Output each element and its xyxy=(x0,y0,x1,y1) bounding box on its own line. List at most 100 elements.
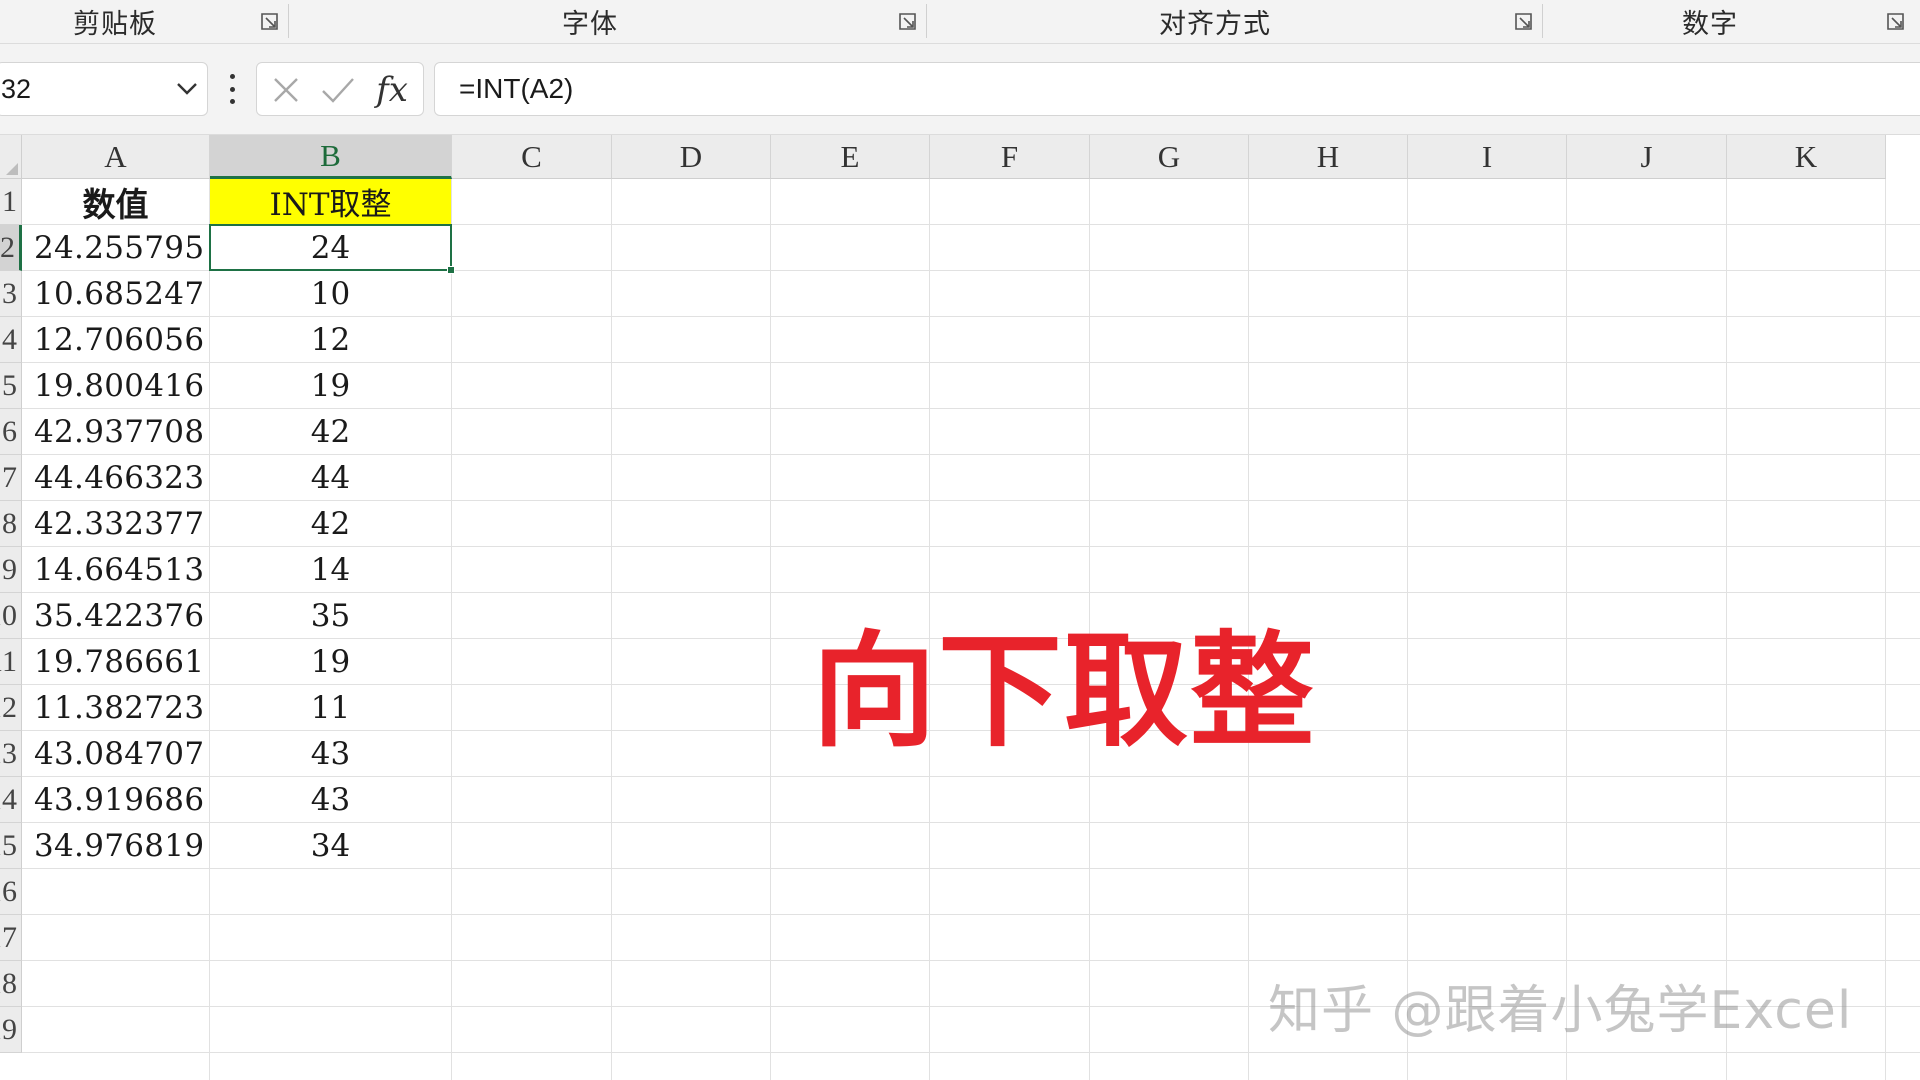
watermark: 知乎 @跟着小兔学Excel xyxy=(1268,981,1853,1041)
cell-int-result[interactable]: 19 xyxy=(210,363,451,408)
column-header-j[interactable]: J xyxy=(1567,135,1727,179)
chevron-down-icon[interactable] xyxy=(167,62,207,116)
row-number: 15 xyxy=(0,828,17,862)
formula-text: =INT(A2) xyxy=(459,73,574,104)
row-header[interactable]: 19 xyxy=(0,1007,22,1053)
row-header[interactable]: 11 xyxy=(0,639,22,685)
gridline xyxy=(22,868,1920,869)
column-header-k[interactable]: K xyxy=(1727,135,1886,179)
checkmark-icon[interactable] xyxy=(313,63,363,117)
row-header[interactable]: 3 xyxy=(0,271,22,317)
cell-int-result[interactable]: 43 xyxy=(210,777,451,822)
header-cell-value[interactable]: 数值 xyxy=(22,179,209,224)
name-box-value: 32 xyxy=(1,73,32,104)
gridline xyxy=(22,960,1920,961)
row-header[interactable]: 15 xyxy=(0,823,22,869)
more-options-icon[interactable] xyxy=(226,74,238,104)
select-all-corner[interactable] xyxy=(0,135,22,179)
close-icon[interactable] xyxy=(261,63,311,117)
ribbon-group-alignment: 对齐方式 xyxy=(1140,0,1290,42)
formula-input[interactable]: =INT(A2) xyxy=(434,62,1920,116)
row-number: 4 xyxy=(2,322,17,356)
cell-int-result[interactable]: 14 xyxy=(210,547,451,592)
cell-value[interactable]: 42.937708 xyxy=(22,409,209,454)
column-header-d[interactable]: D xyxy=(612,135,771,179)
row-number: 17 xyxy=(0,920,17,954)
row-header[interactable]: 2 xyxy=(0,225,22,271)
column-header-b[interactable]: B xyxy=(210,135,452,179)
gridline xyxy=(1885,179,1886,1080)
column-header-h[interactable]: H xyxy=(1249,135,1408,179)
row-header[interactable]: 5 xyxy=(0,363,22,409)
overlay-title: 向下取整 xyxy=(812,620,1317,764)
cell-value[interactable]: 42.332377 xyxy=(22,501,209,546)
fx-icon: fx xyxy=(376,70,408,110)
cell-value[interactable]: 10.685247 xyxy=(22,271,209,316)
ribbon-group-label: 剪贴板 xyxy=(73,8,157,39)
row-number: 8 xyxy=(2,506,17,540)
row-header[interactable]: 17 xyxy=(0,915,22,961)
cell-value[interactable]: 43.919686 xyxy=(22,777,209,822)
cell-value[interactable]: 35.422376 xyxy=(22,593,209,638)
cell-value[interactable]: 11.382723 xyxy=(22,685,209,730)
row-number: 12 xyxy=(0,690,17,724)
cell-int-result[interactable]: 42 xyxy=(210,501,451,546)
row-header[interactable]: 16 xyxy=(0,869,22,915)
insert-function-button[interactable]: fx xyxy=(367,63,417,117)
row-header[interactable]: 14 xyxy=(0,777,22,823)
formula-buttons: fx xyxy=(256,62,424,116)
column-header-c[interactable]: C xyxy=(452,135,612,179)
column-header-a[interactable]: A xyxy=(22,135,210,179)
gridline xyxy=(770,179,771,1080)
row-header[interactable]: 6 xyxy=(0,409,22,455)
ribbon-separator xyxy=(288,4,289,38)
cell-int-result[interactable]: 10 xyxy=(210,271,451,316)
gridline xyxy=(1566,179,1567,1080)
row-header[interactable]: 12 xyxy=(0,685,22,731)
ribbon-group-label: 字体 xyxy=(562,8,618,39)
row-number: 16 xyxy=(0,874,17,908)
dialog-launcher-icon[interactable] xyxy=(1886,12,1905,31)
cell-value[interactable]: 24.255795 xyxy=(22,225,209,270)
row-header[interactable]: 1 xyxy=(0,179,22,225)
fill-handle[interactable] xyxy=(447,266,455,274)
header-cell-int[interactable]: INT取整 xyxy=(210,179,451,224)
name-box[interactable]: 32 xyxy=(0,62,208,116)
ribbon-group-clipboard: 剪贴板 xyxy=(60,0,170,42)
column-header-i[interactable]: I xyxy=(1408,135,1567,179)
cell-int-result[interactable]: 11 xyxy=(210,685,451,730)
row-header[interactable]: 9 xyxy=(0,547,22,593)
cell-value[interactable]: 12.706056 xyxy=(22,317,209,362)
cell-value[interactable]: 34.976819 xyxy=(22,823,209,868)
row-header[interactable]: 13 xyxy=(0,731,22,777)
dialog-launcher-icon[interactable] xyxy=(1514,12,1533,31)
cell-int-result[interactable]: 24 xyxy=(210,225,451,270)
cell-value[interactable]: 43.084707 xyxy=(22,731,209,776)
column-header-f[interactable]: F xyxy=(930,135,1090,179)
cell-value[interactable]: 19.786661 xyxy=(22,639,209,684)
cell-int-result[interactable]: 34 xyxy=(210,823,451,868)
row-header[interactable]: 4 xyxy=(0,317,22,363)
cell-int-result[interactable]: 19 xyxy=(210,639,451,684)
row-header[interactable]: 7 xyxy=(0,455,22,501)
row-number: 13 xyxy=(0,736,17,770)
row-header[interactable]: 10 xyxy=(0,593,22,639)
cell-int-result[interactable]: 12 xyxy=(210,317,451,362)
dialog-launcher-icon[interactable] xyxy=(898,12,917,31)
gridline xyxy=(22,914,1920,915)
row-header[interactable]: 8 xyxy=(0,501,22,547)
cell-int-result[interactable]: 43 xyxy=(210,731,451,776)
column-header-g[interactable]: G xyxy=(1090,135,1249,179)
cell-int-result[interactable]: 42 xyxy=(210,409,451,454)
ribbon-separator xyxy=(926,4,927,38)
cell-int-result[interactable]: 44 xyxy=(210,455,451,500)
row-number: 5 xyxy=(2,368,17,402)
cell-value[interactable]: 44.466323 xyxy=(22,455,209,500)
dialog-launcher-icon[interactable] xyxy=(260,12,279,31)
ribbon-group-number: 数字 xyxy=(1660,0,1760,42)
column-header-e[interactable]: E xyxy=(771,135,930,179)
cell-int-result[interactable]: 35 xyxy=(210,593,451,638)
cell-value[interactable]: 19.800416 xyxy=(22,363,209,408)
row-header[interactable]: 18 xyxy=(0,961,22,1007)
cell-value[interactable]: 14.664513 xyxy=(22,547,209,592)
